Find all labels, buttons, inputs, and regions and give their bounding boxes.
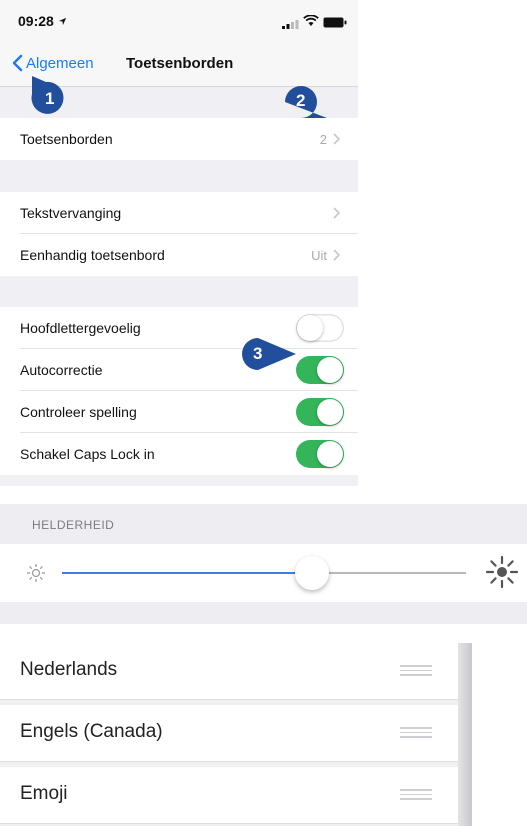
reorder-handle-icon[interactable] — [400, 789, 432, 800]
back-button[interactable]: Algemeen — [12, 54, 94, 72]
location-arrow-icon — [58, 17, 66, 26]
list-edge-shadow — [458, 643, 472, 826]
toggle-row-auto-capitalize: Hoofdlettergevoelig — [0, 307, 358, 349]
one-handed-value: Uit — [311, 247, 327, 263]
list-item-language[interactable]: Nederlands — [0, 643, 458, 700]
reorder-handle-icon[interactable] — [400, 665, 432, 676]
brightness-track-empty — [312, 572, 466, 574]
text-replacement-row[interactable]: Tekstvervanging — [0, 192, 358, 234]
step-badge-3: 3 — [240, 336, 298, 372]
brightness-header: HELDERHEID — [32, 518, 115, 532]
brightness-slider-row — [0, 544, 527, 602]
chevron-right-icon — [333, 133, 340, 145]
page-title: Toetsenborden — [126, 55, 234, 72]
brightness-track-filled — [62, 572, 313, 574]
status-time: 09:28 — [18, 13, 67, 29]
sun-small-icon — [25, 562, 47, 589]
autocorrect-toggle[interactable] — [296, 356, 344, 384]
list-item-language[interactable]: Emoji — [0, 767, 458, 824]
toggle-row-spell-check: Controleer spelling — [0, 391, 358, 433]
chevron-right-icon — [333, 249, 340, 261]
brightness-section: HELDERHEID — [0, 504, 527, 624]
reorder-handle-icon[interactable] — [400, 727, 432, 738]
keyboards-count: 2 — [319, 131, 327, 147]
chevron-right-icon — [333, 207, 340, 219]
caps-lock-toggle[interactable] — [296, 440, 344, 468]
battery-icon — [323, 15, 347, 33]
toggle-row-caps-lock: Schakel Caps Lock in — [0, 433, 358, 475]
auto-capitalize-toggle[interactable] — [296, 314, 344, 342]
spell-check-toggle[interactable] — [296, 398, 344, 426]
wifi-icon — [303, 14, 319, 32]
keyboards-row[interactable]: Toetsenborden 2 — [0, 118, 358, 160]
toggle-row-autocorrect: Autocorrectie — [0, 349, 358, 391]
signal-icon — [282, 16, 300, 34]
step-badge-2: 2 — [283, 84, 329, 122]
sun-large-icon — [485, 555, 519, 594]
language-list: Nederlands Engels (Canada) Emoji — [0, 643, 472, 826]
chevron-left-icon — [12, 54, 23, 72]
keyboards-settings-screen: 09:28 Algemeen Toetsenborden 1 2 Toetsen… — [0, 0, 358, 486]
brightness-slider-thumb[interactable] — [295, 556, 330, 590]
back-label: Algemeen — [26, 54, 94, 72]
one-handed-keyboard-row[interactable]: Eenhandig toetsenbord Uit — [0, 234, 358, 276]
step-badge-1: 1 — [26, 72, 66, 116]
list-item-language[interactable]: Engels (Canada) — [0, 705, 458, 762]
status-bar: 09:28 — [0, 0, 358, 42]
